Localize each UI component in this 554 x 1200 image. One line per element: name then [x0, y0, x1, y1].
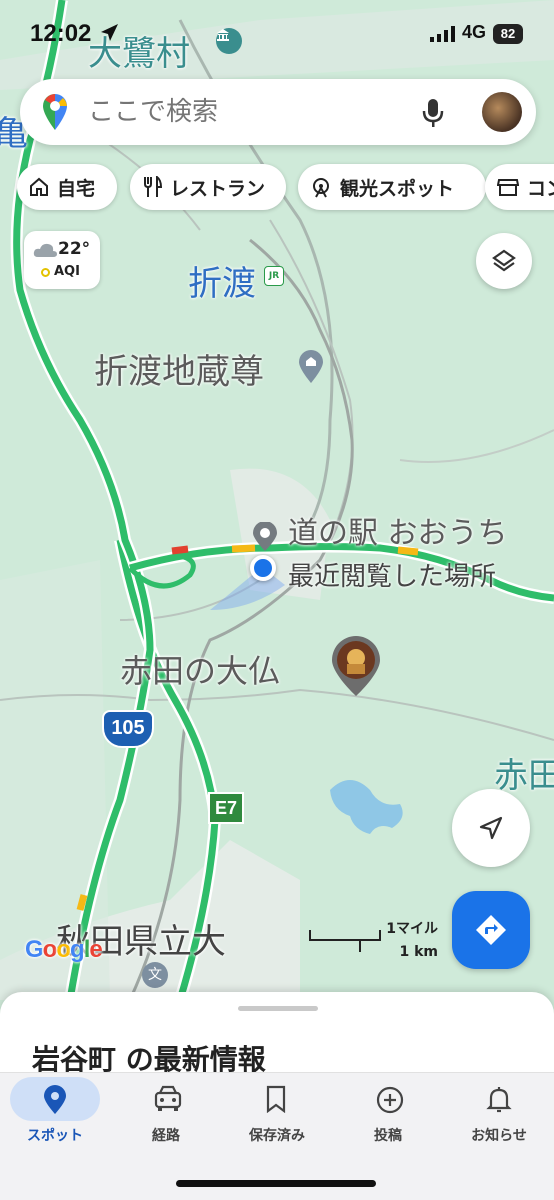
home-indicator[interactable]: [176, 1180, 376, 1187]
tab-label: 投稿: [374, 1128, 402, 1144]
category-chips: 自宅 レストラン 観光スポット コン: [17, 164, 554, 210]
scale-km-label: 1 km: [399, 944, 438, 960]
attraction-icon: [313, 178, 329, 198]
chip-label: 自宅: [57, 177, 96, 200]
location-arrow-icon: [101, 24, 118, 41]
cloud-icon: [33, 243, 57, 257]
map-label-jizo[interactable]: 折渡地蔵尊: [94, 344, 264, 393]
battery-icon: 82: [493, 24, 523, 44]
pin-icon: [44, 1085, 66, 1114]
chip-attractions[interactable]: 観光スポット: [298, 164, 486, 210]
avatar[interactable]: [482, 92, 522, 132]
plus-circle-icon: [376, 1086, 404, 1114]
tab-label: スポット: [27, 1128, 83, 1144]
restaurant-icon: [144, 176, 162, 197]
current-location-dot[interactable]: [250, 555, 276, 581]
michinoeki-pin-icon[interactable]: [252, 522, 278, 552]
network-type: 4G: [462, 22, 487, 42]
chip-label: レストラン: [170, 177, 266, 200]
map-label-daibutsu[interactable]: 赤田の大仏: [120, 646, 280, 692]
layers-icon: [492, 249, 516, 272]
tab-label: 保存済み: [249, 1128, 305, 1144]
weather-temp: 22°: [58, 239, 91, 259]
jr-station-icon: JR: [264, 266, 284, 286]
directions-button[interactable]: [452, 891, 530, 969]
navigation-arrow-icon: [479, 816, 503, 840]
signal-icon: [430, 26, 455, 42]
school-poi-icon[interactable]: 文: [142, 962, 168, 988]
bottom-sheet[interactable]: 岩谷町 の最新情報: [0, 992, 554, 1082]
status-time: 12:02: [30, 20, 92, 47]
bookmark-icon: [266, 1085, 286, 1113]
chip-label: コン: [527, 177, 554, 200]
weather-widget[interactable]: 22° AQI: [24, 231, 100, 289]
map-label-michinoeki[interactable]: 道の駅 おおうち: [288, 508, 508, 552]
tab-saved[interactable]: 保存済み: [222, 1073, 332, 1153]
tab-label: 経路: [152, 1128, 180, 1144]
status-bar: 12:02 4G 82: [0, 0, 554, 62]
map-label-recent: 最近閲覧した場所: [288, 562, 497, 592]
chip-label: 観光スポット: [340, 177, 455, 200]
home-icon: [30, 177, 48, 196]
google-maps-pin-icon: [43, 94, 67, 130]
tab-commute[interactable]: 経路: [111, 1073, 221, 1153]
bell-icon: [486, 1087, 512, 1113]
route-105-shield: 105: [102, 710, 154, 748]
scale-mile-label: 1マイル: [386, 921, 438, 937]
shrine-poi-icon[interactable]: [298, 350, 324, 384]
chip-convenience[interactable]: コン: [485, 164, 554, 210]
tab-explore[interactable]: スポット: [0, 1073, 110, 1153]
directions-icon: [476, 915, 506, 945]
chip-home[interactable]: 自宅: [17, 164, 117, 210]
map-label-akata[interactable]: 赤田: [494, 748, 554, 797]
tab-contribute[interactable]: 投稿: [333, 1073, 443, 1153]
store-icon: [497, 179, 519, 196]
tab-updates[interactable]: お知らせ: [444, 1073, 554, 1153]
aqi-indicator-icon: [41, 268, 50, 277]
search-input[interactable]: [88, 79, 408, 145]
chip-restaurant[interactable]: レストラン: [130, 164, 286, 210]
e7-shield: E7: [208, 792, 244, 824]
tab-label: お知らせ: [471, 1128, 527, 1144]
map-scale: 1マイル 1 km: [306, 916, 442, 966]
sheet-drag-handle[interactable]: [238, 1006, 318, 1011]
my-location-button[interactable]: [452, 789, 530, 867]
map-label-orito-station[interactable]: 折渡: [188, 256, 256, 305]
layers-button[interactable]: [476, 233, 532, 289]
google-logo: Google: [25, 936, 103, 963]
mic-icon[interactable]: [422, 97, 444, 129]
aqi-label: AQI: [54, 264, 80, 279]
search-bar[interactable]: [20, 79, 536, 145]
car-icon: [154, 1085, 182, 1111]
daibutsu-photo-pin[interactable]: [330, 634, 382, 698]
